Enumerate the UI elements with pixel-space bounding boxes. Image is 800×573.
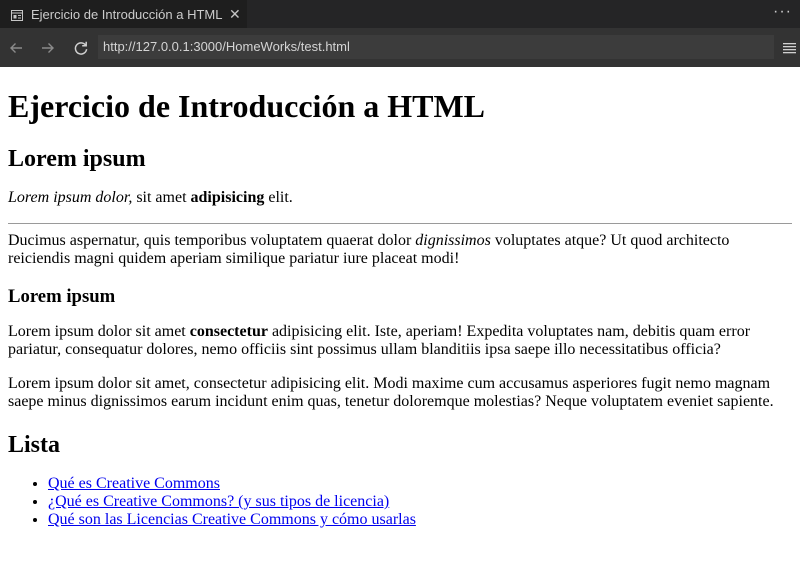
link-tipos-de-licencia[interactable]: ¿Qué es Creative Commons? (y sus tipos d…	[48, 493, 389, 510]
page-content: Ejercicio de Introducción a HTML Lorem i…	[0, 88, 800, 529]
hamburger-menu-icon[interactable]	[783, 41, 796, 54]
lorem-paragraph-1: Lorem ipsum dolor sit amet consectetur a…	[8, 323, 792, 359]
browser-tab[interactable]: Ejercicio de Introducción a HTML ✕	[0, 0, 248, 28]
section-heading-lorem: Lorem ipsum	[8, 146, 146, 172]
divider	[8, 223, 792, 224]
page-title: Ejercicio de Introducción a HTML	[8, 88, 486, 124]
bold-text: adipisicing	[190, 189, 265, 206]
link-que-es-creative-commons[interactable]: Qué es Creative Commons	[48, 475, 220, 492]
intro-text-end: elit.	[264, 189, 293, 206]
list-item: Qué es Creative Commons	[48, 475, 792, 493]
subsection-heading-lorem: Lorem ipsum	[8, 286, 116, 307]
tab-title: Ejercicio de Introducción a HTML	[31, 6, 223, 22]
list-heading: Lista	[8, 432, 61, 458]
ducimus-text-start: Ducimus aspernatur, quis temporibus volu…	[8, 232, 416, 249]
back-arrow-icon[interactable]	[8, 40, 24, 56]
intro-paragraph: Lorem ipsum dolor, sit amet adipisicing …	[8, 189, 792, 207]
forward-arrow-icon[interactable]	[40, 40, 56, 56]
address-bar: http://127.0.0.1:3000/HomeWorks/test.htm…	[0, 28, 800, 67]
tab-bar: Ejercicio de Introducción a HTML ✕ ···	[0, 0, 800, 28]
list-item: Qué son las Licencias Creative Commons y…	[48, 511, 792, 529]
list-item: ¿Qué es Creative Commons? (y sus tipos d…	[48, 493, 792, 511]
url-input[interactable]: http://127.0.0.1:3000/HomeWorks/test.htm…	[98, 35, 774, 59]
lorem-paragraph-2: Lorem ipsum dolor sit amet, consectetur …	[8, 375, 774, 410]
browser-preview-icon	[11, 9, 23, 21]
intro-text-mid: sit amet	[132, 189, 191, 206]
link-como-usarlas[interactable]: Qué son las Licencias Creative Commons y…	[48, 511, 416, 528]
ducimus-paragraph: Ducimus aspernatur, quis temporibus volu…	[8, 232, 792, 268]
lorem-text-start: Lorem ipsum dolor sit amet	[8, 323, 190, 340]
link-list: Qué es Creative Commons ¿Qué es Creative…	[8, 475, 792, 529]
close-icon[interactable]: ✕	[229, 6, 241, 22]
more-actions-icon[interactable]: ···	[773, 4, 792, 20]
emphasis-text: Lorem ipsum dolor,	[8, 189, 133, 206]
reload-icon[interactable]	[73, 40, 89, 56]
emphasis-text: dignissimos	[415, 232, 491, 249]
bold-text: consectetur	[189, 323, 268, 340]
